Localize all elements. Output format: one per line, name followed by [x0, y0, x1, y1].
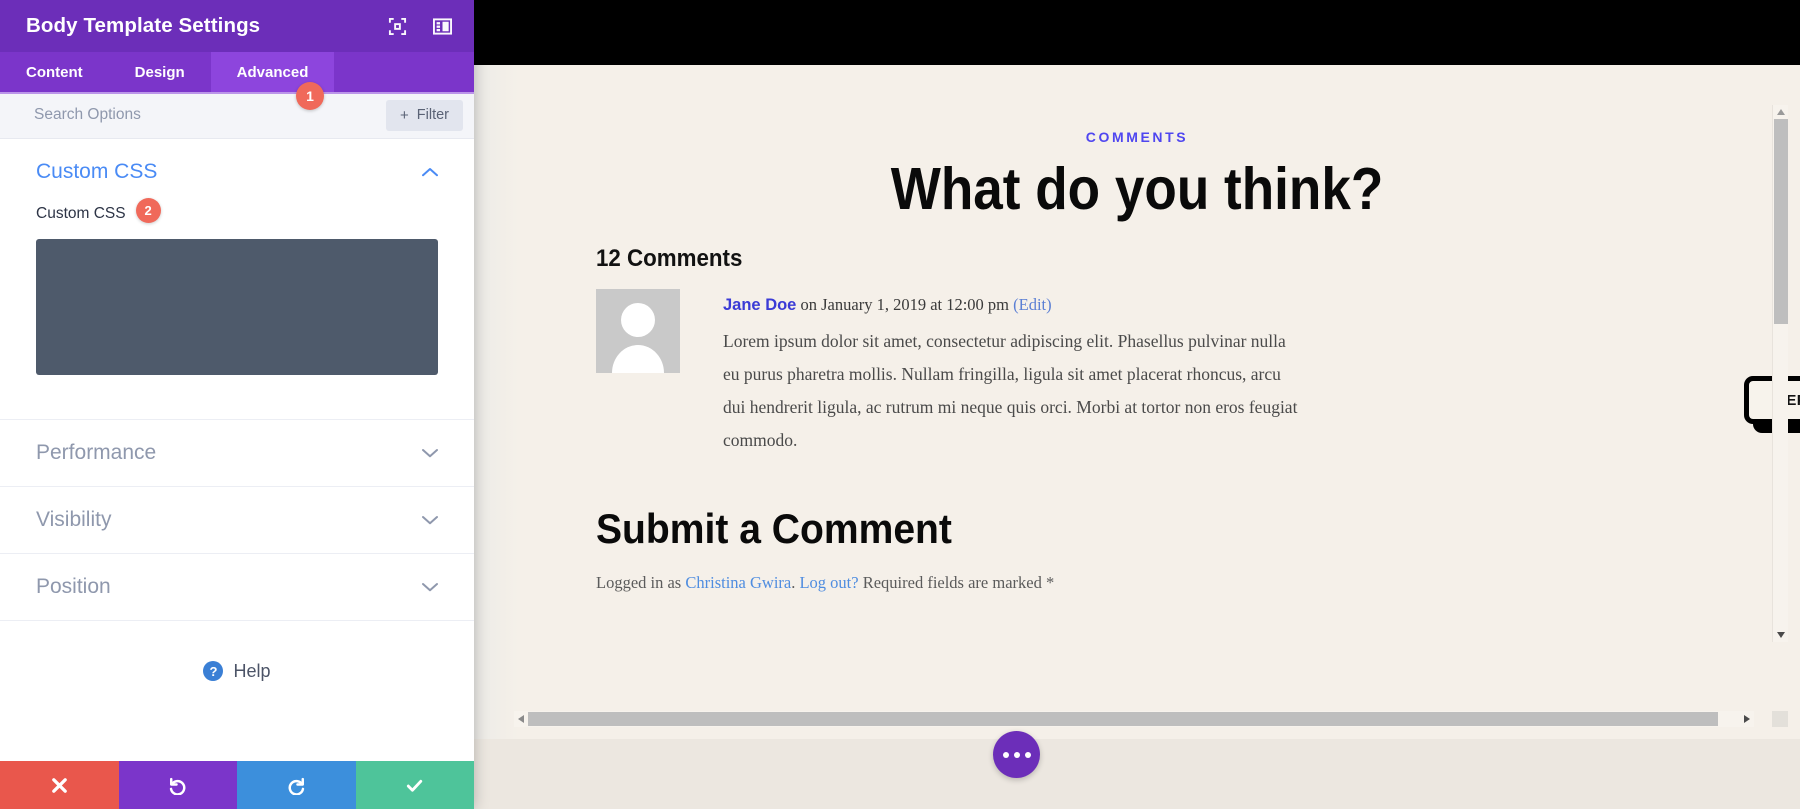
section-header-visibility[interactable]: Visibility — [36, 487, 438, 553]
panel-header-actions — [388, 17, 452, 36]
dot-icon — [1024, 751, 1031, 758]
comments-count: 12 Comments — [596, 245, 743, 272]
section-position: Position — [0, 554, 474, 621]
scroll-up-arrow-icon[interactable] — [1776, 108, 1786, 116]
undo-icon — [170, 777, 186, 795]
logout-link[interactable]: Log out? — [799, 573, 858, 592]
custom-css-field-label-row: Custom CSS 2 — [36, 198, 438, 225]
tab-design[interactable]: Design — [109, 52, 211, 92]
panel-layout-icon[interactable] — [433, 17, 452, 36]
screen-root: Body Template Settings Content Design Ad… — [0, 0, 1800, 809]
vertical-scrollbar[interactable] — [1772, 105, 1788, 642]
search-options-row: + Filter — [0, 92, 474, 139]
horizontal-scrollbar[interactable] — [514, 711, 1754, 727]
step-badge-2: 2 — [135, 198, 161, 223]
comment-date: on January 1, 2019 at 12:00 pm — [796, 295, 1014, 314]
avatar — [596, 289, 680, 373]
dot-icon — [1013, 751, 1020, 758]
panel-tabs: Content Design Advanced 1 — [0, 52, 474, 110]
tabs-filler — [334, 52, 474, 92]
logged-in-notice: Logged in as Christina Gwira. Log out? R… — [596, 573, 1054, 593]
search-input[interactable] — [34, 106, 386, 124]
filter-button-label: Filter — [416, 107, 449, 123]
help-label: Help — [233, 660, 271, 681]
scroll-down-arrow-icon[interactable] — [1776, 631, 1786, 639]
panel-footer — [0, 761, 474, 809]
save-button[interactable] — [355, 761, 474, 809]
preview-canvas: COMMENTS What do you think? 12 Comments … — [474, 65, 1800, 739]
close-icon — [51, 777, 67, 793]
comment-edit-link[interactable]: (Edit) — [1013, 295, 1052, 314]
required-fields-note: Required fields are marked * — [858, 573, 1055, 592]
section-title-position: Position — [36, 575, 111, 598]
scroll-right-arrow-icon[interactable] — [1743, 714, 1751, 724]
focus-fullscreen-icon[interactable] — [388, 17, 407, 36]
submit-comment-heading: Submit a Comment — [596, 505, 952, 552]
section-title-visibility: Visibility — [36, 508, 112, 531]
preview-top-black-bar — [474, 0, 1800, 65]
more-options-fab[interactable] — [993, 731, 1040, 778]
logged-in-prefix: Logged in as — [596, 573, 686, 592]
section-performance: Performance — [0, 420, 474, 487]
redo-button[interactable] — [237, 761, 356, 809]
tab-content[interactable]: Content — [0, 52, 109, 92]
section-header-position[interactable]: Position — [36, 554, 438, 620]
vertical-scrollbar-thumb[interactable] — [1774, 119, 1788, 324]
page-title: Body Template Settings — [26, 14, 261, 37]
question-mark-icon: ? — [203, 661, 224, 681]
comments-eyebrow: COMMENTS — [1085, 129, 1189, 145]
comment-meta: Jane Doe on January 1, 2019 at 12:00 pm … — [723, 295, 1052, 315]
step-badge-1: 1 — [296, 82, 324, 110]
panel-header: Body Template Settings — [0, 0, 474, 52]
chevron-down-icon — [422, 449, 438, 458]
filter-button[interactable]: + Filter — [386, 99, 463, 131]
horizontal-scrollbar-thumb[interactable] — [528, 712, 1718, 726]
panel-body: Custom CSS Custom CSS 2 Performance Visi… — [0, 139, 474, 761]
comment-body: Lorem ipsum dolor sit amet, consectetur … — [723, 331, 1298, 450]
check-icon — [407, 779, 423, 792]
section-visibility: Visibility — [0, 487, 474, 554]
section-custom-css: Custom CSS Custom CSS 2 — [0, 139, 474, 420]
settings-panel: Body Template Settings Content Design Ad… — [0, 0, 474, 809]
canvas-left-gutter — [474, 65, 526, 739]
chevron-down-icon — [422, 516, 438, 525]
plus-icon: + — [400, 106, 409, 124]
chevron-down-icon — [422, 583, 438, 592]
comment-author[interactable]: Jane Doe — [723, 296, 796, 314]
dot-icon — [1002, 751, 1009, 758]
cancel-button[interactable] — [0, 761, 119, 809]
scrollbar-corner — [1772, 711, 1788, 727]
section-header-performance[interactable]: Performance — [36, 420, 438, 486]
redo-icon — [288, 777, 304, 795]
section-title-performance: Performance — [36, 441, 157, 464]
logged-in-user-link[interactable]: Christina Gwira — [685, 573, 791, 592]
preview-bottom-strip — [474, 739, 1800, 809]
chevron-up-icon — [422, 168, 438, 177]
preview-area: COMMENTS What do you think? 12 Comments … — [474, 0, 1800, 809]
custom-css-code-editor[interactable] — [36, 239, 438, 375]
undo-button[interactable] — [118, 761, 237, 809]
help-link[interactable]: ? Help — [0, 621, 474, 721]
section-header-custom-css[interactable]: Custom CSS — [36, 139, 438, 205]
section-title-custom-css: Custom CSS — [36, 160, 158, 183]
scroll-left-arrow-icon[interactable] — [517, 714, 525, 724]
user-silhouette-icon — [612, 303, 664, 373]
comments-heading: What do you think? — [890, 156, 1384, 222]
custom-css-label: Custom CSS — [36, 205, 126, 222]
